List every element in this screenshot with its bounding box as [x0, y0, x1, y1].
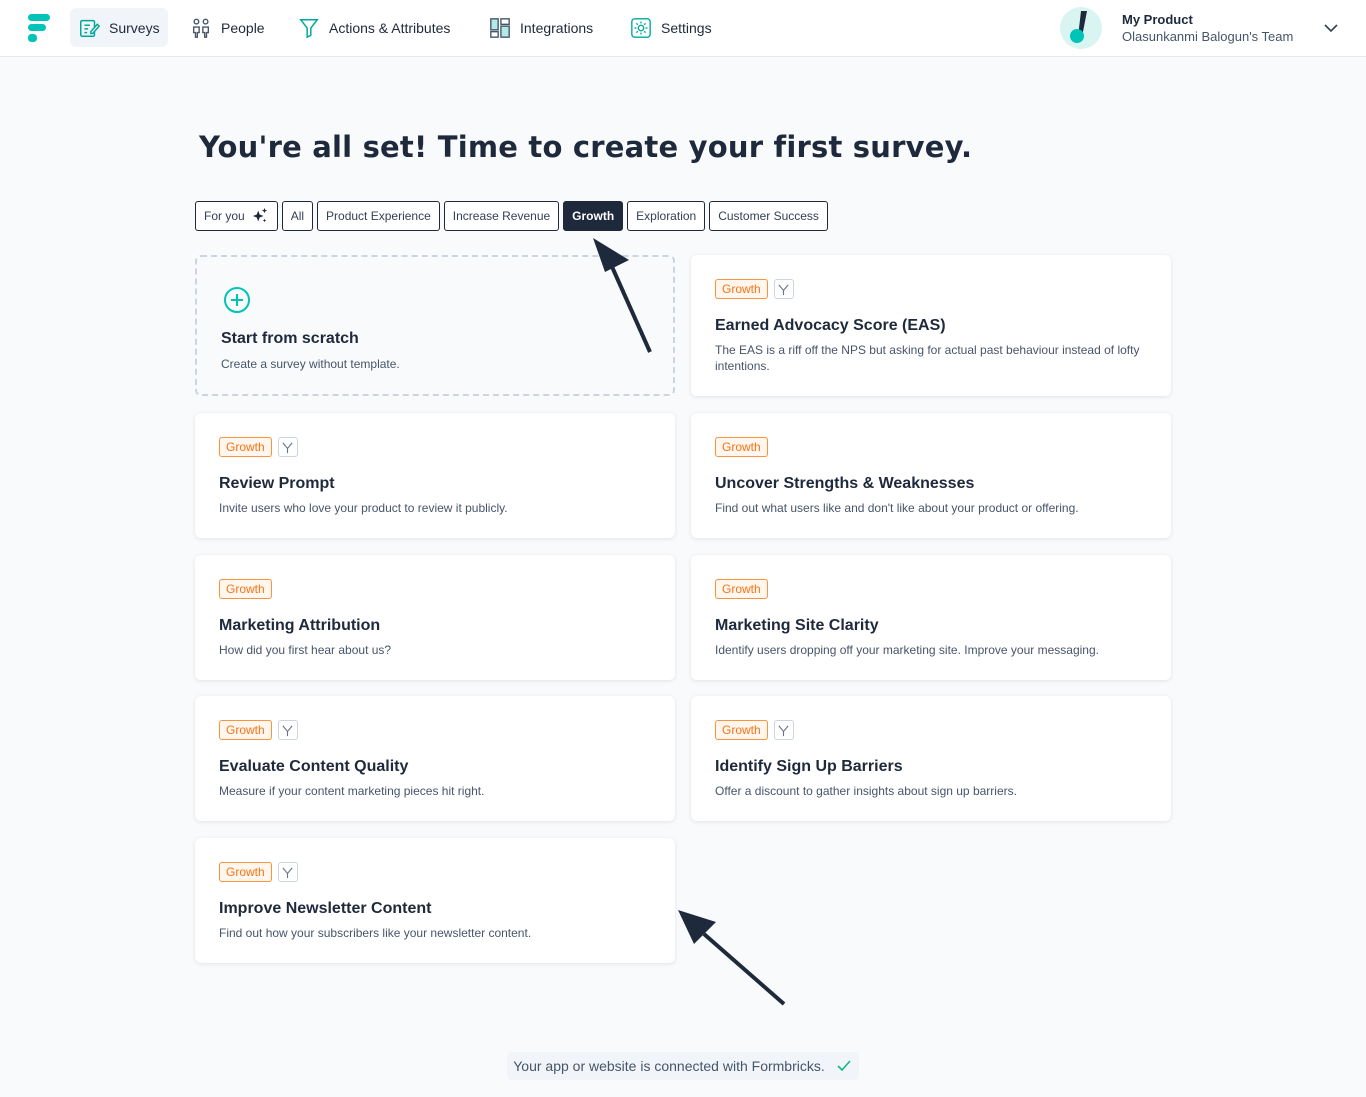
branching-logic-icon: [277, 720, 298, 740]
form-edit-icon: [80, 19, 100, 37]
template-card[interactable]: Growth Earned Advocacy Score (EAS) The E…: [691, 255, 1171, 396]
product-avatar: [1060, 7, 1102, 49]
nav-surveys-label: Surveys: [109, 19, 160, 36]
settings-gear-icon: [631, 17, 651, 38]
nav-settings[interactable]: Settings: [622, 8, 720, 47]
card-title: Improve Newsletter Content: [219, 900, 432, 917]
template-filter-bar: For you All Product Experience Increase …: [195, 201, 828, 231]
card-title: Marketing Site Clarity: [715, 617, 879, 634]
nav-actions-label: Actions & Attributes: [329, 19, 451, 36]
formbricks-logo-icon[interactable]: [28, 14, 50, 42]
card-description: Find out how your subscribers like your …: [219, 926, 532, 940]
filter-increase-revenue[interactable]: Increase Revenue: [443, 201, 560, 231]
card-title: Review Prompt: [219, 475, 335, 492]
card-title: Evaluate Content Quality: [219, 758, 409, 775]
category-tag: Growth: [715, 437, 768, 457]
category-tag: Growth: [715, 279, 768, 299]
filter-label: For you: [204, 209, 245, 223]
nav-settings-label: Settings: [661, 19, 712, 36]
card-description: Create a survey without template.: [221, 357, 400, 371]
chevron-down-icon: [1324, 24, 1338, 33]
filter-customer-success[interactable]: Customer Success: [709, 201, 828, 231]
profile-menu[interactable]: My Product Olasunkanmi Balogun's Team: [1060, 6, 1350, 50]
connection-status: Your app or website is connected with Fo…: [507, 1052, 859, 1080]
card-title: Identify Sign Up Barriers: [715, 758, 903, 775]
filter-for-you[interactable]: For you: [195, 201, 278, 231]
people-icon: [192, 18, 210, 38]
template-card[interactable]: Growth Uncover Strengths & Weaknesses Fi…: [691, 413, 1171, 538]
card-description: Find out what users like and don't like …: [715, 501, 1079, 515]
branching-logic-icon: [277, 437, 298, 457]
filter-label: Increase Revenue: [452, 209, 551, 223]
team-name: Olasunkanmi Balogun's Team: [1122, 29, 1294, 44]
template-card[interactable]: Growth Evaluate Content Quality Measure …: [195, 696, 675, 821]
card-title: Start from scratch: [221, 330, 359, 347]
category-tag: Growth: [219, 579, 272, 599]
category-tag: Growth: [219, 437, 272, 457]
filter-label: Growth: [572, 209, 615, 223]
page-title: You're all set! Time to create your firs…: [199, 130, 973, 164]
grid-blocks-icon: [490, 17, 510, 38]
filter-label: Exploration: [636, 209, 697, 223]
template-card[interactable]: Growth Review Prompt Invite users who lo…: [195, 413, 675, 538]
template-card[interactable]: Growth Marketing Site Clarity Identify u…: [691, 555, 1171, 680]
nav-actions-attributes[interactable]: Actions & Attributes: [290, 8, 458, 47]
filter-label: All: [290, 209, 305, 223]
nav-people-label: People: [221, 19, 265, 36]
filter-label: Product Experience: [326, 209, 431, 223]
card-description: The EAS is a riff off the NPS but asking…: [715, 343, 1140, 373]
card-title: Marketing Attribution: [219, 617, 381, 634]
branching-logic-icon: [277, 862, 298, 882]
template-card[interactable]: Growth Identify Sign Up Barriers Offer a…: [691, 696, 1171, 821]
branching-logic-icon: [773, 720, 794, 740]
nav-people[interactable]: People: [182, 8, 273, 47]
card-title: Earned Advocacy Score (EAS): [715, 317, 946, 334]
top-nav: Surveys People Actions & Attributes Inte…: [0, 0, 1366, 57]
category-tag: Growth: [219, 862, 272, 882]
category-tag: Growth: [715, 720, 768, 740]
category-tag: Growth: [715, 579, 768, 599]
filter-product-experience[interactable]: Product Experience: [317, 201, 440, 231]
card-description: Invite users who love your product to re…: [219, 501, 508, 515]
filter-exploration[interactable]: Exploration: [627, 201, 706, 231]
nav-surveys[interactable]: Surveys: [70, 8, 168, 47]
nav-integrations-label: Integrations: [520, 19, 594, 36]
connection-status-text: Your app or website is connected with Fo…: [513, 1058, 825, 1074]
template-card[interactable]: Growth Improve Newsletter Content Find o…: [195, 838, 675, 963]
plus-circle-icon: [224, 287, 250, 313]
filter-growth[interactable]: Growth: [563, 201, 624, 231]
nav-integrations[interactable]: Integrations: [481, 8, 601, 47]
product-name: My Product: [1122, 12, 1193, 27]
filter-label: Customer Success: [718, 209, 819, 223]
card-description: Identify users dropping off your marketi…: [715, 643, 1099, 657]
filter-funnel-icon: [299, 18, 319, 38]
category-tag: Growth: [219, 720, 272, 740]
annotation-arrow-icon: [678, 910, 786, 1006]
start-from-scratch-card[interactable]: Start from scratch Create a survey witho…: [195, 255, 675, 396]
filter-all[interactable]: All: [281, 201, 314, 231]
card-title: Uncover Strengths & Weaknesses: [715, 475, 975, 492]
check-icon: [837, 1060, 851, 1072]
card-description: Measure if your content marketing pieces…: [219, 784, 485, 798]
sparkles-icon: [252, 207, 267, 223]
card-description: How did you first hear about us?: [219, 643, 392, 657]
card-description: Offer a discount to gather insights abou…: [715, 784, 1017, 798]
branching-logic-icon: [773, 279, 794, 299]
template-card[interactable]: Growth Marketing Attribution How did you…: [195, 555, 675, 680]
